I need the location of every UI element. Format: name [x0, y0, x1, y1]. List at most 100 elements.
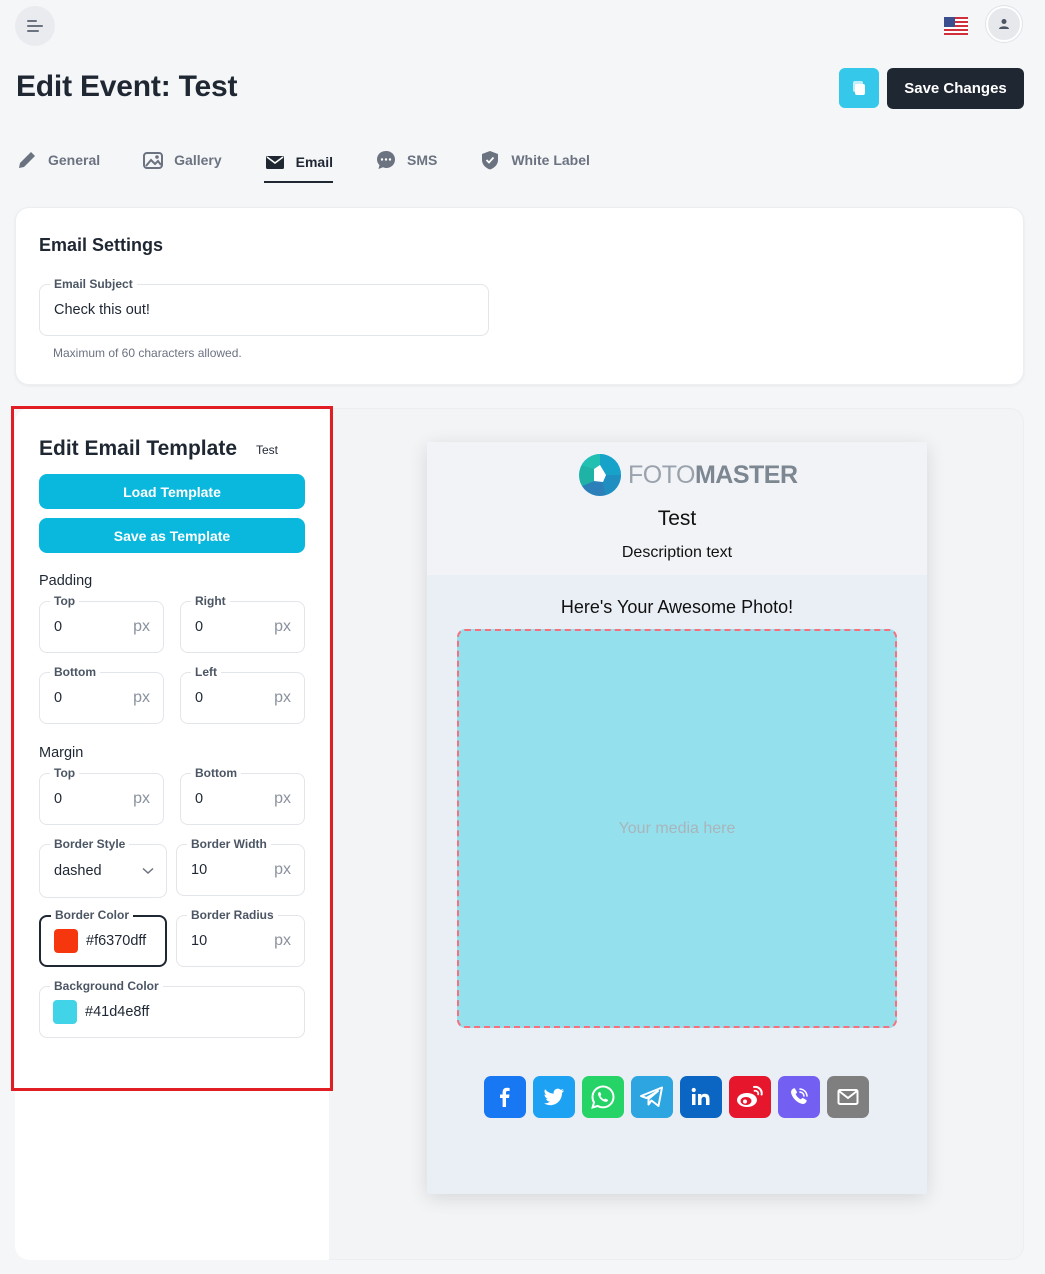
padding-bottom-label: Bottom — [50, 665, 100, 679]
border-style-label: Border Style — [50, 837, 130, 851]
margin-bottom-field[interactable]: Bottom 0 px — [180, 766, 305, 825]
whatsapp-icon — [591, 1085, 615, 1109]
padding-top-value: 0 — [54, 619, 63, 635]
share-linkedin-button[interactable] — [680, 1076, 722, 1118]
weibo-icon — [737, 1085, 763, 1107]
background-color-value: #41d4e8ff — [85, 1004, 150, 1020]
tab-email[interactable]: Email — [263, 142, 333, 183]
tab-gallery-label: Gallery — [174, 152, 222, 168]
email-icon — [837, 1089, 859, 1105]
template-name: Test — [256, 443, 279, 457]
viber-icon — [791, 1088, 808, 1104]
chevron-down-icon — [142, 867, 154, 875]
border-radius-label: Border Radius — [187, 908, 278, 922]
email-subject-label: Email Subject — [50, 277, 137, 291]
padding-section-label: Padding — [39, 573, 93, 589]
email-settings-title: Email Settings — [39, 235, 164, 255]
user-avatar[interactable] — [986, 6, 1022, 42]
padding-top-label: Top — [50, 594, 80, 608]
border-color-field[interactable]: Border Color #f6370dff — [39, 908, 167, 967]
logo-text-bold: MASTER — [694, 460, 798, 489]
margin-top-value: 0 — [54, 791, 63, 807]
border-style-value: dashed — [54, 863, 102, 879]
shield-check-icon — [482, 151, 499, 170]
padding-top-field[interactable]: Top 0 px — [39, 594, 164, 653]
border-width-field[interactable]: Border Width 10 px — [176, 837, 305, 896]
unit-label: px — [133, 618, 150, 635]
margin-bottom-label: Bottom — [191, 766, 241, 780]
twitter-icon — [543, 1088, 564, 1106]
event-tabs: General Gallery Email SMS White Label — [16, 142, 632, 184]
email-subject-value: Check this out! — [54, 302, 150, 318]
preview-description: Description text — [621, 544, 733, 561]
tab-general-label: General — [48, 152, 101, 168]
padding-left-label: Left — [191, 665, 221, 679]
tab-general[interactable]: General — [16, 142, 100, 178]
unit-label: px — [133, 689, 150, 706]
border-width-value: 10 — [191, 862, 208, 878]
share-twitter-button[interactable] — [533, 1076, 575, 1118]
share-weibo-button[interactable] — [729, 1076, 771, 1118]
border-color-label: Border Color — [51, 908, 134, 922]
preview-title: Test — [657, 507, 697, 530]
menu-toggle-button[interactable] — [15, 6, 55, 46]
padding-right-field[interactable]: Right 0 px — [180, 594, 305, 653]
email-subject-field[interactable]: Email Subject Check this out! — [39, 277, 489, 336]
tab-email-label: Email — [295, 153, 333, 170]
telegram-icon — [640, 1086, 663, 1107]
padding-bottom-field[interactable]: Bottom 0 px — [39, 665, 164, 724]
unit-label: px — [274, 790, 291, 807]
border-color-value: #f6370dff — [86, 933, 147, 949]
border-style-select[interactable]: Border Style dashed — [39, 837, 167, 898]
border-radius-value: 10 — [191, 933, 208, 949]
us-flag-icon[interactable] — [944, 17, 968, 35]
media-placeholder-text: Your media here — [618, 819, 736, 837]
padding-left-value: 0 — [195, 690, 204, 706]
border-radius-field[interactable]: Border Radius 10 px — [176, 908, 305, 967]
share-viber-button[interactable] — [778, 1076, 820, 1118]
user-icon — [999, 19, 1009, 29]
unit-label: px — [274, 932, 291, 949]
unit-label: px — [133, 790, 150, 807]
gallery-icon — [143, 152, 164, 169]
facebook-icon — [500, 1087, 510, 1107]
border-width-label: Border Width — [187, 837, 271, 851]
margin-top-field[interactable]: Top 0 px — [39, 766, 164, 825]
unit-label: px — [274, 861, 291, 878]
logo-text: FOTOMASTER — [628, 461, 798, 490]
share-buttons — [484, 1076, 869, 1118]
share-facebook-button[interactable] — [484, 1076, 526, 1118]
tab-gallery[interactable]: Gallery — [142, 142, 222, 178]
padding-right-label: Right — [191, 594, 230, 608]
chat-bubble-icon — [376, 151, 395, 169]
share-email-button[interactable] — [827, 1076, 869, 1118]
menu-icon — [27, 20, 43, 32]
background-color-label: Background Color — [50, 979, 163, 993]
unit-label: px — [274, 689, 291, 706]
pencil-icon — [19, 152, 35, 168]
aperture-logo-icon — [579, 454, 621, 496]
share-telegram-button[interactable] — [631, 1076, 673, 1118]
tab-sms-label: SMS — [406, 152, 438, 168]
unit-label: px — [274, 618, 291, 635]
copy-button[interactable] — [839, 68, 879, 108]
save-as-template-button[interactable]: Save as Template — [39, 518, 305, 553]
padding-left-field[interactable]: Left 0 px — [180, 665, 305, 724]
save-changes-button[interactable]: Save Changes — [887, 68, 1024, 109]
tab-sms[interactable]: SMS — [375, 142, 437, 178]
fotomaster-logo: FOTOMASTER — [578, 453, 798, 497]
background-color-field[interactable]: Background Color #41d4e8ff — [39, 979, 305, 1038]
page-title: Edit Event: Test — [16, 70, 238, 103]
logo-text-light: FOTO — [628, 460, 695, 489]
background-color-swatch[interactable] — [53, 1000, 77, 1024]
linkedin-icon — [691, 1087, 710, 1105]
load-template-button[interactable]: Load Template — [39, 474, 305, 509]
share-whatsapp-button[interactable] — [582, 1076, 624, 1118]
tab-white-label[interactable]: White Label — [479, 142, 590, 178]
edit-template-title: Edit Email Template — [39, 437, 237, 460]
border-color-swatch[interactable] — [54, 929, 78, 953]
tab-white-label-label: White Label — [511, 152, 590, 168]
media-placeholder-box: Your media here — [457, 629, 897, 1028]
margin-top-label: Top — [50, 766, 80, 780]
email-subject-hint: Maximum of 60 characters allowed. — [53, 346, 242, 360]
